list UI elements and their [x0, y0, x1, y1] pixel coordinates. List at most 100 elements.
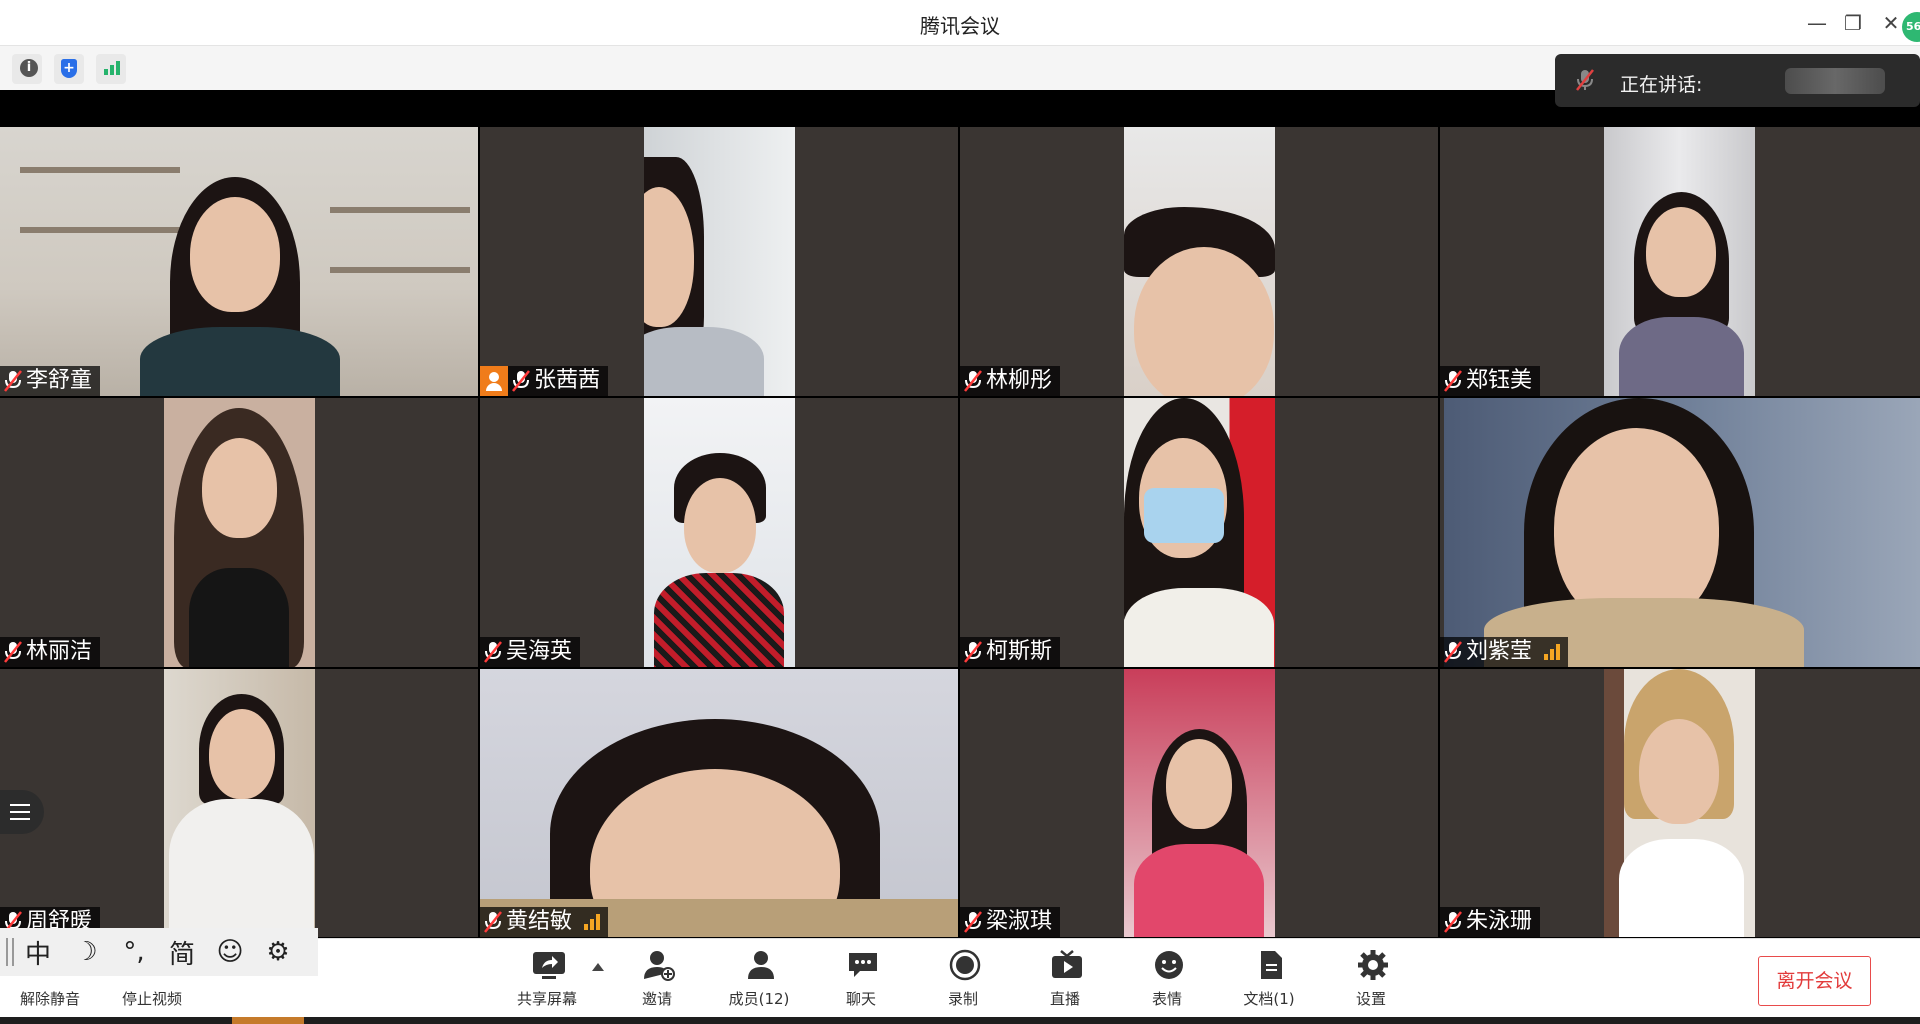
- meeting-window: 腾讯会议 — ❐ ✕ 56 正在讲话:: [0, 0, 1920, 1024]
- muted-mic-icon: [4, 370, 22, 392]
- invite-label: 邀请: [641, 990, 672, 1008]
- share-screen-icon: [533, 952, 565, 979]
- ime-chinese-mode[interactable]: 中: [14, 934, 62, 971]
- participant-name: 朱泳珊: [1466, 909, 1533, 934]
- participant-nameplate: 张茜茜: [480, 366, 609, 396]
- video-grid: 李舒童 张茜茜 林柳彤 郑钰美 林丽洁 吴海英 柯斯斯 刘紫莹 周舒暖 黄结敏 …: [0, 127, 1920, 937]
- moon-icon[interactable]: ☽: [62, 937, 110, 967]
- video-tile[interactable]: 郑钰美: [1440, 127, 1920, 396]
- participant-nameplate: 朱泳珊: [1440, 907, 1541, 937]
- muted-mic-icon: [964, 370, 982, 392]
- security-shield-icon[interactable]: [54, 54, 84, 84]
- participant-name: 黄结敏: [506, 909, 573, 934]
- ime-drag-handle[interactable]: [6, 938, 14, 966]
- stop-video-label: 停止视频: [121, 990, 182, 1008]
- network-signal-icon: [584, 914, 601, 930]
- members-button[interactable]: 成员(12): [714, 947, 804, 1015]
- network-signal-icon[interactable]: [96, 54, 126, 84]
- chat-button[interactable]: 聊天: [816, 947, 906, 1015]
- speaker-name-blurred: [1785, 68, 1885, 94]
- chat-label: 聊天: [845, 990, 876, 1008]
- participant-nameplate: 柯斯斯: [960, 637, 1061, 667]
- speaking-indicator: 正在讲话:: [1555, 54, 1920, 107]
- video-tile[interactable]: 周舒暖: [0, 669, 478, 937]
- video-tile[interactable]: 吴海英: [480, 398, 958, 667]
- restore-icon[interactable]: ❐: [1840, 10, 1866, 36]
- reactions-button[interactable]: 表情: [1122, 947, 1212, 1015]
- participant-name: 刘紫莹: [1466, 639, 1533, 664]
- ime-toolbar: 中 ☽ °, 简 ☺ ⚙: [0, 928, 318, 976]
- participant-name: 李舒童: [26, 368, 93, 393]
- muted-mic-icon: [1444, 911, 1462, 933]
- muted-mic-icon: [484, 911, 502, 933]
- muted-mic-icon: [964, 641, 982, 663]
- muted-mic-icon: [4, 641, 22, 663]
- emoji-icon: [1155, 951, 1183, 979]
- participant-nameplate: 梁淑琪: [960, 907, 1061, 937]
- participant-name: 林丽洁: [26, 639, 93, 664]
- network-signal-icon: [1544, 644, 1561, 660]
- gear-icon: [1358, 950, 1388, 980]
- participant-nameplate: 李舒童: [0, 366, 101, 396]
- participant-name: 梁淑琪: [986, 909, 1053, 934]
- record-button[interactable]: 录制: [918, 947, 1008, 1015]
- participant-name: 林柳彤: [986, 368, 1053, 393]
- video-tile[interactable]: 梁淑琪: [960, 669, 1438, 937]
- video-tile[interactable]: 黄结敏: [480, 669, 958, 937]
- muted-mic-icon: [1576, 69, 1594, 91]
- muted-mic-icon: [1444, 641, 1462, 663]
- share-options-caret-icon[interactable]: [592, 963, 604, 971]
- settings-button[interactable]: 设置: [1326, 947, 1416, 1015]
- share-screen-button[interactable]: 共享屏幕: [502, 947, 592, 1015]
- ime-punctuation[interactable]: °,: [110, 937, 158, 967]
- docs-button[interactable]: 文档(1): [1224, 947, 1314, 1015]
- participant-nameplate: 刘紫莹: [1440, 637, 1569, 667]
- participant-name: 柯斯斯: [986, 639, 1053, 664]
- chat-icon: [849, 953, 877, 977]
- video-tile[interactable]: 李舒童: [0, 127, 478, 396]
- emoji-icon[interactable]: ☺: [206, 937, 254, 967]
- muted-mic-icon: [964, 911, 982, 933]
- taskbar-strip: [0, 1017, 1920, 1024]
- invite-button[interactable]: 邀请: [612, 947, 702, 1015]
- speaking-label: 正在讲话:: [1620, 74, 1703, 96]
- participant-name: 张茜茜: [534, 368, 601, 393]
- participant-nameplate: 吴海英: [480, 637, 581, 667]
- member-list-toggle[interactable]: [0, 790, 44, 834]
- muted-mic-icon: [1444, 370, 1462, 392]
- members-icon: [748, 951, 774, 979]
- host-icon: [480, 366, 508, 396]
- video-tile[interactable]: 张茜茜: [480, 127, 958, 396]
- video-tile[interactable]: 刘紫莹: [1440, 398, 1920, 667]
- video-tile[interactable]: 柯斯斯: [960, 398, 1438, 667]
- leave-meeting-button[interactable]: 离开会议: [1758, 956, 1871, 1006]
- participant-nameplate: 郑钰美: [1440, 366, 1541, 396]
- window-title: 腾讯会议: [920, 14, 1000, 38]
- minimize-icon[interactable]: —: [1804, 10, 1830, 36]
- participant-name: 吴海英: [506, 639, 573, 664]
- video-tile[interactable]: 林柳彤: [960, 127, 1438, 396]
- members-label: 成员(12): [728, 990, 790, 1008]
- live-label: 直播: [1049, 990, 1080, 1008]
- share-screen-label: 共享屏幕: [516, 990, 577, 1008]
- unmute-label: 解除静音: [19, 990, 80, 1008]
- ime-simplified[interactable]: 简: [158, 934, 206, 971]
- participant-nameplate: 林丽洁: [0, 637, 101, 667]
- settings-label: 设置: [1355, 990, 1386, 1008]
- video-tile[interactable]: 朱泳珊: [1440, 669, 1920, 937]
- docs-label: 文档(1): [1243, 990, 1295, 1008]
- participant-name: 郑钰美: [1466, 368, 1533, 393]
- video-tile[interactable]: 林丽洁: [0, 398, 478, 667]
- reactions-label: 表情: [1151, 990, 1182, 1008]
- title-bar: 腾讯会议 — ❐ ✕ 56: [0, 0, 1920, 46]
- gear-icon[interactable]: ⚙: [254, 937, 302, 967]
- close-icon[interactable]: ✕: [1878, 10, 1904, 36]
- participant-nameplate: 黄结敏: [480, 907, 609, 937]
- document-icon: [1261, 951, 1282, 979]
- live-button[interactable]: 直播: [1020, 947, 1110, 1015]
- record-label: 录制: [947, 990, 978, 1008]
- muted-mic-icon: [512, 370, 530, 392]
- add-user-icon: [644, 951, 675, 981]
- muted-mic-icon: [484, 641, 502, 663]
- info-icon[interactable]: [12, 54, 42, 84]
